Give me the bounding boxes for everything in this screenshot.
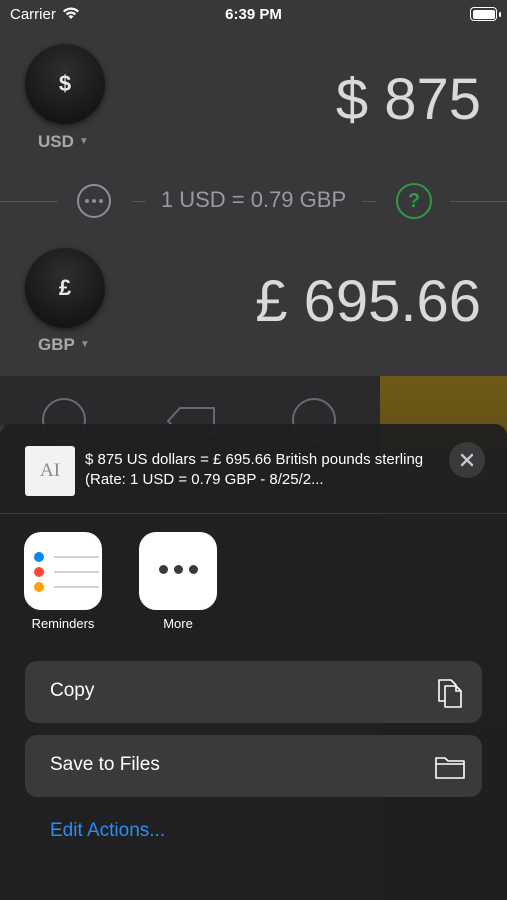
to-currency-code: GBP [38,335,75,354]
chevron-down-icon: ▼ [79,339,90,350]
copy-icon [438,679,462,708]
help-button[interactable]: ? [396,183,432,219]
close-button[interactable] [449,442,485,478]
to-currency-symbol: £ [58,275,72,300]
from-amount[interactable]: $ 875 [336,66,481,133]
reminders-app-button[interactable] [24,532,102,610]
edit-actions-link[interactable]: Edit Actions... [50,820,165,842]
to-currency-button[interactable]: £ [25,248,105,328]
to-currency-picker[interactable]: GBP ▼ [38,335,90,355]
close-icon [460,453,474,467]
to-amount[interactable]: £ 695.66 [255,268,481,335]
battery-icon [470,7,497,21]
save-to-files-label: Save to Files [50,754,160,775]
folder-icon [435,757,465,779]
copy-action[interactable]: Copy [25,661,482,723]
help-icon: ? [407,189,421,212]
more-icon [139,565,217,574]
status-bar: Carrier 6:39 PM [0,0,507,30]
thumbnail-glyph: AI [39,460,61,481]
share-sheet-header: AI $ 875 US dollars = £ 695.66 British p… [0,424,507,514]
more-label: More [163,616,193,631]
battery-cap [499,12,501,17]
from-currency-button[interactable]: $ [25,44,105,124]
copy-label: Copy [50,680,95,701]
reminders-label: Reminders [31,616,95,631]
more-apps-button[interactable] [139,532,217,610]
share-sheet: AI $ 875 US dollars = £ 695.66 British p… [0,424,507,900]
status-time: 6:39 PM [225,6,282,23]
from-currency-picker[interactable]: USD ▼ [38,132,89,152]
share-preview-text: $ 875 US dollars = £ 695.66 British poun… [85,451,424,488]
save-to-files-action[interactable]: Save to Files [25,735,482,797]
from-currency-code: USD [38,132,74,151]
from-currency-symbol: $ [58,71,72,96]
chevron-down-icon: ▼ [78,136,89,147]
text-document-icon: AI [25,446,75,496]
